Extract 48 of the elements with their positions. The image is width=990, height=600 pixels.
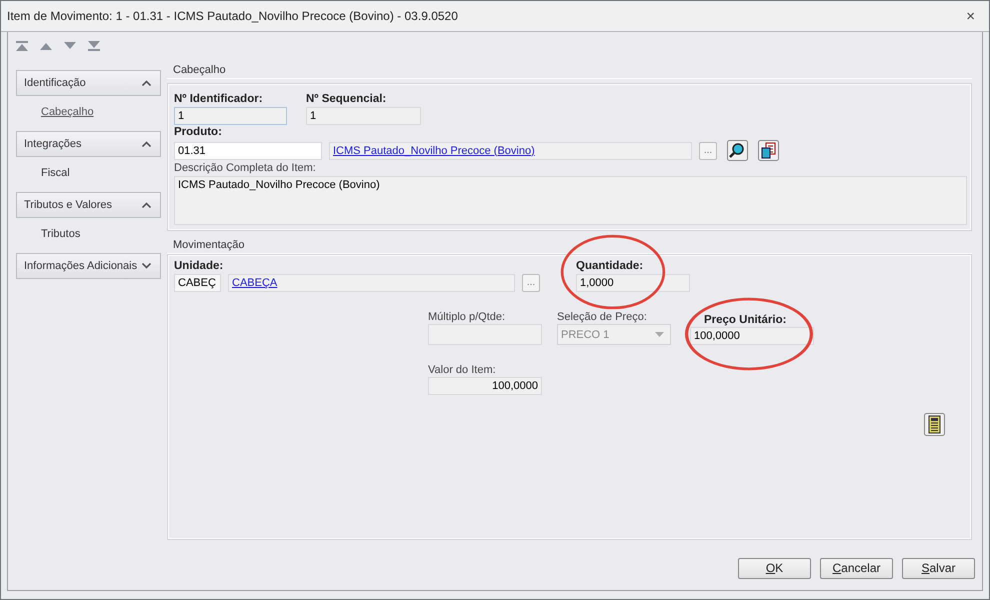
chevron-up-icon[interactable] (142, 141, 151, 147)
previous-record-icon[interactable] (40, 42, 52, 50)
close-button[interactable]: × (966, 8, 975, 24)
window-title: Item de Movimento: 1 - 01.31 - ICMS Pautado_Novilho Precoce (Bovino) - 03.9.0520 (7, 9, 458, 23)
section-header[interactable]: Integrações (16, 131, 161, 157)
sidebar-item[interactable]: Cabeçalho (16, 96, 161, 131)
sidebar-item[interactable]: Fiscal (16, 157, 161, 192)
first-record-icon[interactable] (16, 41, 28, 51)
chevron-up-icon[interactable] (142, 80, 151, 86)
input-field[interactable]: ICMS Pautado_Novilho Precoce (Bovino) (174, 176, 967, 225)
calculator-icon[interactable] (924, 413, 945, 436)
input-field[interactable]: CABEÇA (228, 274, 515, 292)
browse-button[interactable]: ... (522, 274, 540, 292)
input-field[interactable]: 100,0000 (690, 327, 814, 345)
dialog-button[interactable]: Cancelar (820, 558, 893, 578)
browse-button[interactable]: ... (699, 142, 717, 160)
field-label: Quantidade: (576, 259, 644, 274)
chevron-up-icon[interactable] (142, 202, 151, 208)
input-field[interactable]: 1 (174, 107, 287, 125)
field-label: Valor do Item: (428, 363, 497, 377)
field-label: Unidade: (174, 259, 224, 274)
input-field[interactable]: 01.31 (174, 142, 322, 160)
input-field[interactable]: 1 (306, 107, 421, 125)
input-field[interactable]: CABEÇ (174, 274, 221, 292)
next-record-icon[interactable] (64, 42, 76, 50)
section-header[interactable]: Informações Adicionais (16, 253, 161, 279)
input-field[interactable] (428, 324, 542, 345)
dialog-button[interactable]: Salvar (902, 558, 975, 578)
field-label: Produto: (174, 125, 223, 140)
last-record-icon[interactable] (88, 41, 100, 51)
field-label: Descrição Completa do Item: (174, 161, 317, 176)
field-label: Nº Identificador: (174, 92, 264, 107)
dialog-button[interactable]: OK (738, 558, 811, 578)
sidebar-item[interactable]: Tributos (16, 218, 161, 253)
input-field[interactable]: ICMS Pautado_Novilho Precoce (Bovino) (329, 142, 692, 160)
input-field[interactable]: 1,0000 (576, 274, 690, 292)
product-link[interactable]: ICMS Pautado_Novilho Precoce (Bovino) (333, 144, 535, 156)
documents-icon[interactable] (758, 140, 779, 161)
section-header[interactable]: Identificação (16, 70, 161, 96)
unit-link[interactable]: CABEÇA (232, 277, 278, 289)
input-field[interactable]: 100,0000 (428, 377, 542, 395)
magnifier-icon[interactable] (727, 140, 748, 161)
field-label: Seleção de Preço: (557, 310, 648, 324)
field-label: Preço Unitário: (703, 313, 788, 327)
field-label: Nº Sequencial: (306, 92, 388, 107)
field-label: Múltiplo p/Qtde: (428, 310, 506, 324)
chevron-down-icon[interactable] (142, 263, 151, 269)
section-header[interactable]: Tributos e Valores (16, 192, 161, 218)
